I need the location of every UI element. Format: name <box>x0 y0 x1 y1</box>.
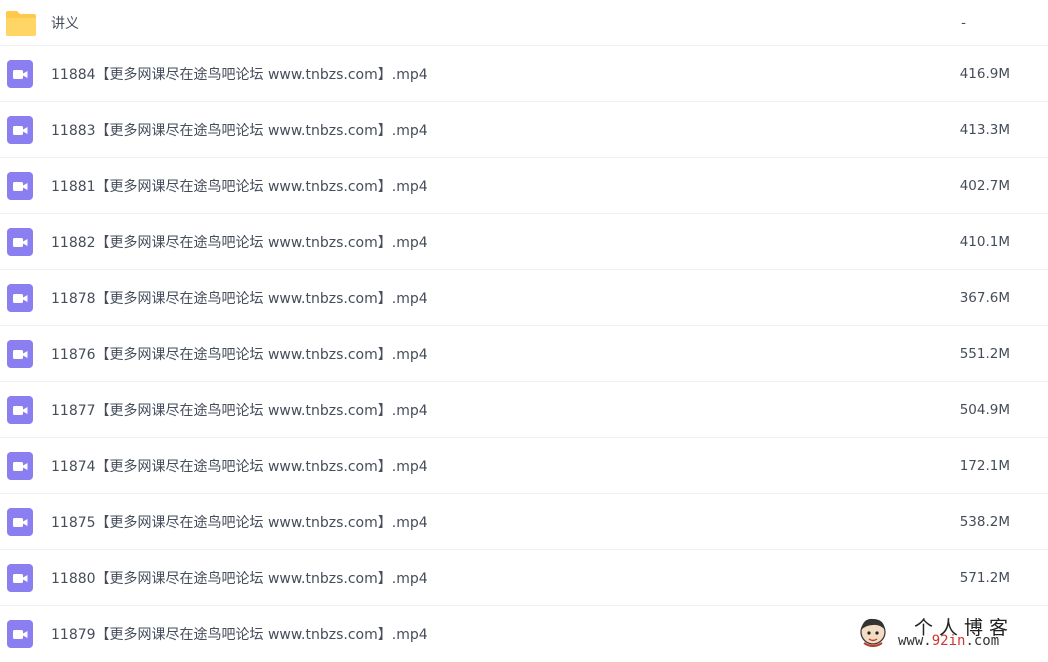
file-list: 讲义 - 11884【更多网课尽在途鸟吧论坛 www.tnbzs.com】.mp… <box>0 0 1048 662</box>
file-name: 11877【更多网课尽在途鸟吧论坛 www.tnbzs.com】.mp4 <box>51 402 428 419</box>
file-size: 551.2M <box>959 345 1010 362</box>
video-file-icon <box>5 451 35 481</box>
video-file-icon <box>5 283 35 313</box>
folder-size: - <box>961 14 966 31</box>
list-item-file[interactable]: 11884【更多网课尽在途鸟吧论坛 www.tnbzs.com】.mp4 416… <box>0 46 1048 102</box>
folder-name: 讲义 <box>51 15 79 32</box>
video-file-icon <box>5 619 35 649</box>
file-size: 538.2M <box>959 513 1010 530</box>
file-size: 504.9M <box>959 401 1010 418</box>
file-name: 11876【更多网课尽在途鸟吧论坛 www.tnbzs.com】.mp4 <box>51 346 428 363</box>
watermark-url-accent: 92in <box>931 633 966 649</box>
file-size: 367.6M <box>959 289 1010 306</box>
list-item-folder[interactable]: 讲义 - <box>0 0 1048 46</box>
file-name: 11881【更多网课尽在途鸟吧论坛 www.tnbzs.com】.mp4 <box>51 178 428 195</box>
file-size: 172.1M <box>959 457 1010 474</box>
watermark-url-suffix: .com <box>965 633 1000 649</box>
file-name: 11879【更多网课尽在途鸟吧论坛 www.tnbzs.com】.mp4 <box>51 627 428 643</box>
file-size: 402.7M <box>959 177 1010 194</box>
list-item-file[interactable]: 11875【更多网课尽在途鸟吧论坛 www.tnbzs.com】.mp4 538… <box>0 494 1048 550</box>
video-file-icon <box>5 59 35 89</box>
file-name: 11882【更多网课尽在途鸟吧论坛 www.tnbzs.com】.mp4 <box>51 234 428 251</box>
list-item-file[interactable]: 11880【更多网课尽在途鸟吧论坛 www.tnbzs.com】.mp4 571… <box>0 550 1048 606</box>
file-name: 11884【更多网课尽在途鸟吧论坛 www.tnbzs.com】.mp4 <box>51 66 428 83</box>
list-item-file[interactable]: 11877【更多网课尽在途鸟吧论坛 www.tnbzs.com】.mp4 504… <box>0 382 1048 438</box>
video-file-icon <box>5 563 35 593</box>
list-item-file[interactable]: 11883【更多网课尽在途鸟吧论坛 www.tnbzs.com】.mp4 413… <box>0 102 1048 158</box>
list-item-file[interactable]: 11878【更多网课尽在途鸟吧论坛 www.tnbzs.com】.mp4 367… <box>0 270 1048 326</box>
video-file-icon <box>5 227 35 257</box>
file-name: 11880【更多网课尽在途鸟吧论坛 www.tnbzs.com】.mp4 <box>51 570 428 587</box>
blog-watermark: 个人博客 www.92in.com <box>852 613 1044 653</box>
video-file-icon <box>5 395 35 425</box>
file-size: 416.9M <box>959 65 1010 82</box>
video-file-icon <box>5 339 35 369</box>
file-name: 11878【更多网课尽在途鸟吧论坛 www.tnbzs.com】.mp4 <box>51 290 428 307</box>
file-size: 410.1M <box>959 233 1010 250</box>
file-size: 571.2M <box>959 569 1010 586</box>
list-item-file[interactable]: 11874【更多网课尽在途鸟吧论坛 www.tnbzs.com】.mp4 172… <box>0 438 1048 494</box>
list-item-file[interactable]: 11882【更多网课尽在途鸟吧论坛 www.tnbzs.com】.mp4 410… <box>0 214 1048 270</box>
watermark-url: www.92in.com <box>898 633 999 649</box>
file-size: 413.3M <box>959 121 1010 138</box>
list-item-file[interactable]: 11876【更多网课尽在途鸟吧论坛 www.tnbzs.com】.mp4 551… <box>0 326 1048 382</box>
video-file-icon <box>5 507 35 537</box>
file-name: 11874【更多网课尽在途鸟吧论坛 www.tnbzs.com】.mp4 <box>51 458 428 475</box>
file-name: 11883【更多网课尽在途鸟吧论坛 www.tnbzs.com】.mp4 <box>51 122 428 139</box>
list-item-file[interactable]: 11881【更多网课尽在途鸟吧论坛 www.tnbzs.com】.mp4 402… <box>0 158 1048 214</box>
folder-icon <box>5 8 36 38</box>
file-name: 11875【更多网课尽在途鸟吧论坛 www.tnbzs.com】.mp4 <box>51 514 428 531</box>
cartoon-avatar-icon <box>858 616 888 650</box>
video-file-icon <box>5 171 35 201</box>
video-file-icon <box>5 115 35 145</box>
watermark-url-prefix: www. <box>898 633 932 649</box>
